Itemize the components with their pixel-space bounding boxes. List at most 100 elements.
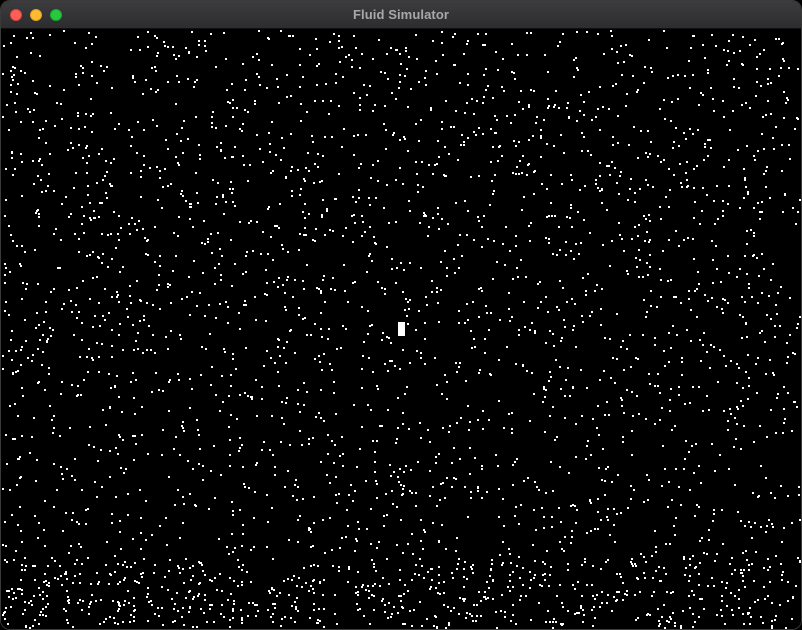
particle (529, 420, 531, 422)
particle (182, 421, 184, 423)
particle (88, 348, 90, 350)
particle (765, 170, 767, 172)
particle (520, 259, 522, 261)
particle (501, 86, 503, 88)
particle (620, 171, 622, 173)
particle (513, 140, 515, 142)
particle (601, 288, 603, 290)
particle (299, 194, 301, 196)
particle (232, 610, 234, 612)
particle (403, 471, 405, 473)
particle (750, 526, 752, 528)
particle (471, 98, 473, 100)
particle (303, 404, 305, 406)
particle (189, 407, 191, 409)
particle (14, 67, 16, 69)
particle (613, 524, 615, 526)
particle (4, 310, 6, 312)
particle (443, 592, 445, 594)
particle (603, 370, 605, 372)
particle (9, 405, 11, 407)
particle (513, 72, 515, 74)
particle (540, 156, 542, 158)
particle (794, 128, 796, 130)
particle (701, 598, 703, 600)
particle (220, 150, 222, 152)
particle (544, 396, 546, 398)
particle (769, 566, 771, 568)
particle (580, 94, 582, 96)
particle (154, 261, 156, 263)
particle (629, 188, 631, 190)
particle (733, 86, 735, 88)
particle (472, 301, 474, 303)
particle (564, 417, 566, 419)
particle (726, 64, 728, 66)
particle (204, 599, 206, 601)
particle (81, 339, 83, 341)
particle (645, 179, 647, 181)
particle (189, 606, 191, 608)
particle (172, 46, 174, 48)
particle (583, 136, 585, 138)
particle (315, 416, 317, 418)
particle (564, 536, 566, 538)
particle (424, 363, 426, 365)
particle (61, 203, 63, 205)
particle (298, 577, 300, 579)
particle (543, 388, 545, 390)
particle (566, 301, 568, 303)
particle (214, 283, 216, 285)
particle (117, 563, 119, 565)
particle (493, 190, 495, 192)
particle (229, 188, 231, 190)
particle (722, 312, 724, 314)
particle (453, 447, 455, 449)
particle (654, 530, 656, 532)
particle (653, 591, 655, 593)
particle (681, 186, 683, 188)
particle (108, 373, 110, 375)
particle (318, 288, 320, 290)
particle (187, 138, 189, 140)
particle (763, 567, 765, 569)
simulation-canvas[interactable] (1, 29, 801, 629)
particle (308, 443, 310, 445)
particle (297, 541, 299, 543)
particle (490, 374, 492, 376)
particle (119, 605, 121, 607)
particle (189, 378, 191, 380)
particle (41, 164, 43, 166)
particle (549, 330, 551, 332)
particle (329, 517, 331, 519)
particle (66, 619, 68, 621)
title-bar[interactable]: Fluid Simulator (1, 1, 801, 29)
particle (399, 81, 401, 83)
particle (397, 476, 399, 478)
particle (133, 620, 135, 622)
particle (420, 540, 422, 542)
particle (147, 31, 149, 33)
particle (783, 527, 785, 529)
particle (54, 560, 56, 562)
particle (562, 33, 564, 35)
particle (549, 621, 551, 623)
particle (663, 567, 665, 569)
particle (5, 301, 7, 303)
particle (552, 627, 554, 629)
particle (543, 119, 545, 121)
particle (417, 184, 419, 186)
particle (550, 376, 552, 378)
particle (156, 55, 158, 57)
particle (709, 139, 711, 141)
particle (218, 538, 220, 540)
particle (648, 479, 650, 481)
particle (741, 104, 743, 106)
particle (574, 505, 576, 507)
particle (573, 325, 575, 327)
particle (576, 67, 578, 69)
particle (737, 149, 739, 151)
particle (198, 434, 200, 436)
particle (366, 94, 368, 96)
particle (515, 506, 517, 508)
